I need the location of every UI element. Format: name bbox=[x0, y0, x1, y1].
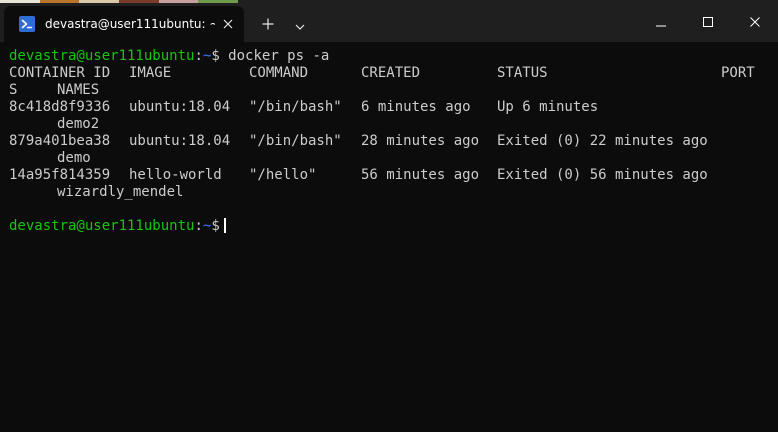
wallpaper-color-swatch bbox=[119, 0, 159, 3]
container-name: demo2 bbox=[57, 116, 100, 132]
plus-icon bbox=[262, 15, 274, 34]
created: 6 minutes ago bbox=[361, 99, 471, 115]
table-header: CONTAINER ID IMAGE COMMAND CREATED STATU… bbox=[9, 65, 778, 82]
minimize-button[interactable] bbox=[638, 0, 684, 42]
status: Exited (0) 22 minutes ago bbox=[497, 133, 708, 149]
header-created: CREATED bbox=[361, 65, 421, 81]
container-name: demo bbox=[57, 150, 91, 166]
image: ubuntu:18.04 bbox=[129, 133, 231, 149]
container-id: 14a95f814359 bbox=[9, 167, 111, 183]
title-bar[interactable]: devastra@user111ubuntu: ~ bbox=[0, 0, 778, 42]
table-row-names: demo bbox=[9, 150, 778, 167]
prompt-user: devastra@user111ubuntu bbox=[9, 218, 195, 234]
close-window-button[interactable] bbox=[732, 0, 778, 42]
powershell-terminal-icon bbox=[18, 15, 36, 33]
tab-dropdown-button[interactable] bbox=[285, 11, 315, 37]
table-row-names: wizardly_mendel bbox=[9, 184, 778, 201]
created: 28 minutes ago bbox=[361, 133, 480, 149]
created: 56 minutes ago bbox=[361, 167, 480, 183]
wallpaper-color-swatch bbox=[198, 0, 239, 3]
wallpaper-color-swatch bbox=[79, 0, 120, 3]
tab-title: devastra@user111ubuntu: ~ bbox=[45, 17, 215, 31]
prompt-user: devastra@user111ubuntu bbox=[9, 48, 195, 64]
header-command: COMMAND bbox=[249, 65, 309, 81]
close-icon bbox=[750, 12, 760, 31]
prompt-separator: : bbox=[194, 218, 203, 234]
maximize-icon bbox=[703, 12, 713, 31]
command: "/hello" bbox=[249, 167, 317, 183]
status: Exited (0) 56 minutes ago bbox=[497, 167, 708, 183]
close-tab-icon[interactable] bbox=[217, 13, 239, 35]
minimize-icon bbox=[656, 12, 666, 31]
container-name: wizardly_mendel bbox=[57, 184, 184, 200]
header-status: STATUS bbox=[497, 65, 548, 81]
header-image: IMAGE bbox=[129, 65, 172, 81]
image: ubuntu:18.04 bbox=[129, 99, 231, 115]
command-line: devastra@user111ubuntu:~$ docker ps -a bbox=[9, 48, 778, 65]
active-prompt-line[interactable]: devastra@user111ubuntu:~$ bbox=[9, 218, 778, 235]
header-names: NAMES bbox=[57, 82, 100, 98]
text-cursor bbox=[223, 218, 226, 233]
header-ports: PORT bbox=[721, 65, 755, 81]
container-id: 8c418d8f9336 bbox=[9, 99, 111, 115]
wallpaper-color-swatch bbox=[39, 0, 80, 3]
header-ports-wrap: S bbox=[9, 82, 18, 98]
desktop-wallpaper-strip bbox=[0, 0, 239, 3]
table-row-names: demo2 bbox=[9, 116, 778, 133]
scrollbar[interactable] bbox=[770, 48, 778, 424]
table-row: 879a401bea38 ubuntu:18.04 "/bin/bash" 28… bbox=[9, 133, 778, 150]
prompt-symbol: $ bbox=[211, 218, 220, 234]
table-header-wrap: S NAMES bbox=[9, 82, 778, 99]
status: Up 6 minutes bbox=[497, 99, 599, 115]
header-container-id: CONTAINER ID bbox=[9, 65, 111, 81]
typed-command: docker ps -a bbox=[219, 48, 330, 64]
wallpaper-color-swatch bbox=[0, 0, 40, 3]
table-row: 8c418d8f9336 ubuntu:18.04 "/bin/bash" 6 … bbox=[9, 99, 778, 116]
image: hello-world bbox=[129, 167, 222, 183]
new-tab-button[interactable] bbox=[252, 11, 284, 37]
command: "/bin/bash" bbox=[249, 133, 342, 149]
terminal-output[interactable]: devastra@user111ubuntu:~$ docker ps -a C… bbox=[9, 48, 778, 432]
tab-terminal[interactable]: devastra@user111ubuntu: ~ bbox=[4, 6, 244, 42]
wallpaper-color-swatch bbox=[158, 0, 199, 3]
container-id: 879a401bea38 bbox=[9, 133, 111, 149]
maximize-button[interactable] bbox=[685, 0, 731, 42]
table-row: 14a95f814359 hello-world "/hello" 56 min… bbox=[9, 167, 778, 184]
chevron-down-icon bbox=[295, 15, 305, 34]
terminal-window: devastra@user111ubuntu: ~ devastra@user1… bbox=[0, 0, 778, 432]
prompt-separator: : bbox=[194, 48, 203, 64]
command: "/bin/bash" bbox=[249, 99, 342, 115]
prompt-symbol: $ bbox=[211, 48, 220, 64]
